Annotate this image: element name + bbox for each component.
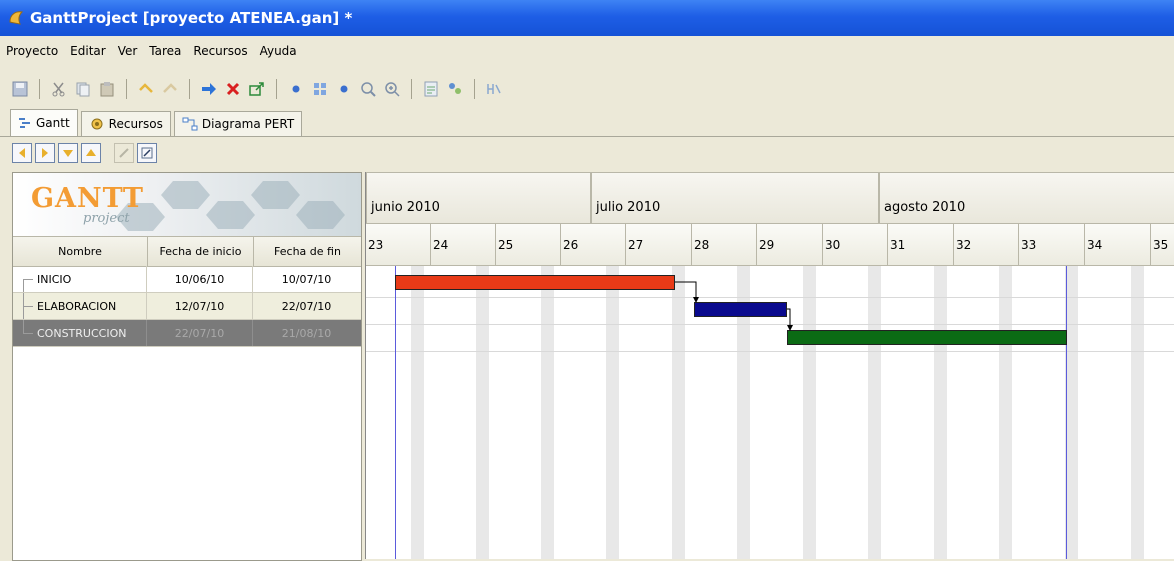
table-row[interactable]: INICIO 10/06/10 10/07/10 <box>13 266 361 293</box>
chart-options-icon[interactable] <box>422 80 440 98</box>
new-task-icon[interactable] <box>200 80 218 98</box>
paste-icon[interactable] <box>98 80 116 98</box>
menu-proyecto[interactable]: Proyecto <box>0 44 64 58</box>
logo-title: GANTT <box>31 183 144 214</box>
column-header-end[interactable]: Fecha de fin <box>254 237 361 266</box>
menu-ayuda[interactable]: Ayuda <box>254 44 303 58</box>
dependency-arrowhead <box>787 325 793 331</box>
window-titlebar: GanttProject [proyecto ATENEA.gan] * <box>0 0 1174 36</box>
window-title: GanttProject [proyecto ATENEA.gan] * <box>30 9 353 27</box>
delete-task-icon[interactable] <box>224 80 242 98</box>
critical-path-icon[interactable] <box>485 80 503 98</box>
undo-icon[interactable] <box>137 80 155 98</box>
menu-ver[interactable]: Ver <box>112 44 144 58</box>
indent-button[interactable] <box>35 143 55 163</box>
menu-editar[interactable]: Editar <box>64 44 112 58</box>
task-table-pane: GANTT project Nombre Fecha de inicio Fec… <box>12 172 362 561</box>
indent-icon[interactable] <box>287 80 305 98</box>
zoom-in-icon[interactable] <box>383 80 401 98</box>
copy-icon[interactable] <box>74 80 92 98</box>
task-end: 21/08/10 <box>281 326 332 340</box>
main-toolbar <box>0 72 1174 106</box>
tab-divider <box>0 136 1174 137</box>
resources-icon <box>91 118 103 130</box>
resource-icon[interactable] <box>446 80 464 98</box>
column-header-name[interactable]: Nombre <box>13 237 148 266</box>
task-properties-icon[interactable] <box>248 80 266 98</box>
task-start: 12/07/10 <box>147 293 253 319</box>
logo-subtitle: project <box>83 211 130 226</box>
tab-recursos[interactable]: Recursos <box>80 111 171 136</box>
tab-diagrama-pert-label: Diagrama PERT <box>201 117 295 131</box>
move-down-button[interactable] <box>58 143 78 163</box>
outline-icon[interactable] <box>311 80 329 98</box>
unlink-icon <box>141 147 153 159</box>
pert-icon <box>182 117 198 131</box>
table-row[interactable]: CONSTRUCCION 22/07/10 21/08/10 <box>13 320 361 347</box>
task-name: INICIO <box>37 272 72 286</box>
view-tabs: Gantt Recursos Diagrama PERT <box>10 109 305 136</box>
link-tasks-button[interactable] <box>114 143 134 163</box>
arrow-up-icon <box>86 149 96 156</box>
menu-tarea[interactable]: Tarea <box>143 44 187 58</box>
arrow-down-icon <box>63 150 73 157</box>
task-end: 22/07/10 <box>281 299 332 313</box>
gantt-icon <box>19 118 30 128</box>
link-icon <box>119 148 129 158</box>
ganttproject-logo: GANTT project <box>13 173 361 236</box>
tab-gantt-label: Gantt <box>36 116 70 130</box>
move-up-button[interactable] <box>81 143 101 163</box>
task-end: 10/07/10 <box>281 272 332 286</box>
dependency-arrows <box>675 281 793 331</box>
ganttproject-logo-icon <box>9 11 24 25</box>
task-name: CONSTRUCCION <box>37 326 127 340</box>
task-start: 22/07/10 <box>147 320 253 346</box>
save-icon[interactable] <box>11 80 29 98</box>
column-header-start[interactable]: Fecha de inicio <box>148 237 254 266</box>
cut-icon[interactable] <box>50 80 68 98</box>
unlink-tasks-button[interactable] <box>137 143 157 163</box>
unindent-icon[interactable] <box>335 80 353 98</box>
task-name: ELABORACION <box>37 299 117 313</box>
table-row[interactable]: ELABORACION 12/07/10 22/07/10 <box>13 293 361 320</box>
dependency-arrow <box>787 308 791 327</box>
outdent-button[interactable] <box>12 143 32 163</box>
dependency-arrow <box>675 281 697 299</box>
gantt-chart[interactable]: junio 2010 julio 2010 agosto 2010 23 24 … <box>365 172 1174 559</box>
menu-bar: Proyecto Editar Ver Tarea Recursos Ayuda <box>0 40 1174 62</box>
task-start: 10/06/10 <box>147 266 253 292</box>
task-table-header: Nombre Fecha de inicio Fecha de fin <box>13 236 361 267</box>
task-toolbar <box>12 141 160 165</box>
tab-diagrama-pert[interactable]: Diagrama PERT <box>173 111 303 136</box>
redo-icon[interactable] <box>161 80 179 98</box>
dependency-arrowhead <box>693 297 699 303</box>
arrow-left-icon <box>19 148 25 158</box>
arrow-right-icon <box>42 148 48 158</box>
zoom-out-icon[interactable] <box>359 80 377 98</box>
tab-gantt[interactable]: Gantt <box>10 109 78 136</box>
menu-recursos[interactable]: Recursos <box>187 44 253 58</box>
tab-recursos-label: Recursos <box>108 117 163 131</box>
